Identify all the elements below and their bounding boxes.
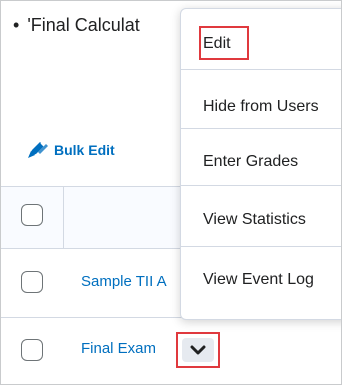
row-checkbox[interactable] — [21, 271, 43, 293]
menu-divider — [181, 128, 341, 129]
edit-highlight-box — [199, 26, 249, 60]
bulk-edit-label: Bulk Edit — [54, 142, 115, 158]
menu-divider — [181, 246, 341, 247]
actions-dropdown-button[interactable] — [176, 332, 220, 368]
dropdown-button-face — [182, 338, 214, 362]
grade-item-link[interactable]: Sample TII A — [81, 273, 167, 290]
bullet: • — [13, 15, 20, 35]
chevron-down-icon — [190, 345, 206, 355]
select-all-checkbox[interactable] — [21, 204, 43, 226]
menu-item-label: View Event Log — [203, 271, 314, 288]
menu-item-label: View Statistics — [203, 211, 306, 228]
description-line: • 'Final Calculat — [13, 15, 140, 36]
menu-divider — [181, 185, 341, 186]
menu-item-label: Hide from Users — [203, 98, 319, 115]
bulk-edit-button[interactable]: Bulk Edit — [27, 141, 115, 159]
menu-item-label: Enter Grades — [203, 153, 299, 170]
table-row: Final Exam — [1, 318, 341, 384]
description-text: 'Final Calculat — [27, 15, 140, 35]
pencil-edit-icon — [28, 142, 48, 158]
column-divider — [63, 187, 64, 248]
context-menu: Edit Hide from Users Enter Grades View S… — [180, 8, 341, 320]
grade-item-link[interactable]: Final Exam — [81, 340, 156, 357]
grade-items-panel: • 'Final Calculat Bulk Edit Sample TII A … — [0, 0, 342, 385]
menu-divider — [181, 69, 341, 70]
row-checkbox[interactable] — [21, 339, 43, 361]
